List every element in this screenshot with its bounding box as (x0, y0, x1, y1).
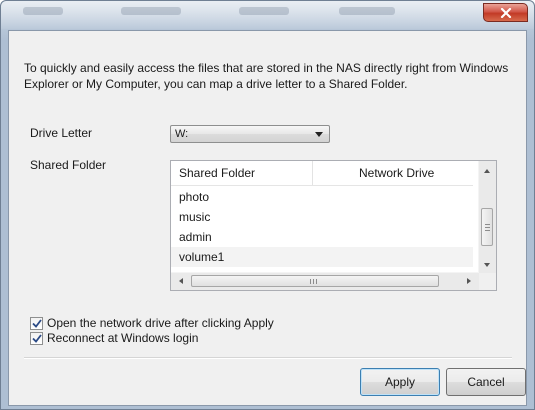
vertical-scroll-thumb[interactable] (481, 208, 493, 246)
drive-letter-label: Drive Letter (30, 126, 93, 140)
close-button[interactable] (483, 3, 528, 22)
drive-letter-select[interactable]: W: (170, 125, 330, 143)
drive-letter-value: W: (175, 128, 189, 140)
list-item[interactable]: music (171, 207, 473, 227)
open-drive-checkbox[interactable] (30, 316, 43, 330)
grip-line (485, 230, 490, 231)
column-separator[interactable] (312, 161, 313, 185)
grip-line (485, 224, 490, 225)
list-rows: photo music admin volume1 (171, 187, 473, 267)
vertical-scrollbar[interactable] (478, 161, 496, 273)
apply-button[interactable]: Apply (360, 368, 440, 396)
checkmark-icon (31, 333, 42, 343)
horizontal-scrollbar[interactable] (171, 272, 479, 290)
scroll-left-arrow-icon[interactable] (179, 278, 183, 284)
shared-folder-list[interactable]: Shared Folder Network Drive photo music … (170, 160, 497, 291)
scroll-down-arrow-icon[interactable] (484, 263, 490, 267)
list-header: Shared Folder Network Drive (171, 161, 473, 186)
scroll-right-arrow-icon[interactable] (467, 278, 471, 284)
title-ghost-text (121, 7, 181, 15)
grip-line (316, 279, 317, 284)
column-header-network-drive[interactable]: Network Drive (359, 161, 434, 185)
intro-text: To quickly and easily access the files t… (24, 61, 509, 91)
scrollbar-corner (479, 273, 496, 290)
reconnect-checkbox[interactable] (30, 331, 43, 345)
scroll-up-arrow-icon[interactable] (484, 169, 490, 173)
title-ghost-text (23, 7, 63, 15)
checkmark-icon (31, 318, 42, 328)
title-bar[interactable] (1, 1, 534, 29)
open-drive-label: Open the network drive after clicking Ap… (47, 316, 274, 330)
list-item[interactable]: admin (171, 227, 473, 247)
column-header-shared-folder[interactable]: Shared Folder (179, 161, 255, 185)
divider (24, 357, 512, 359)
list-item[interactable]: photo (171, 187, 473, 207)
cancel-button[interactable]: Cancel (446, 368, 526, 396)
chevron-down-icon[interactable] (315, 132, 323, 137)
grip-line (313, 279, 314, 284)
open-drive-option[interactable]: Open the network drive after clicking Ap… (30, 316, 274, 330)
list-item[interactable]: volume1 (171, 247, 473, 267)
reconnect-label: Reconnect at Windows login (47, 331, 199, 345)
title-ghost-text (239, 7, 289, 15)
horizontal-scroll-thumb[interactable] (191, 275, 439, 287)
reconnect-option[interactable]: Reconnect at Windows login (30, 331, 198, 345)
shared-folder-label: Shared Folder (30, 158, 107, 172)
close-x-icon (500, 7, 511, 18)
grip-line (310, 279, 311, 284)
grip-line (485, 227, 490, 228)
title-ghost-text (339, 7, 395, 15)
